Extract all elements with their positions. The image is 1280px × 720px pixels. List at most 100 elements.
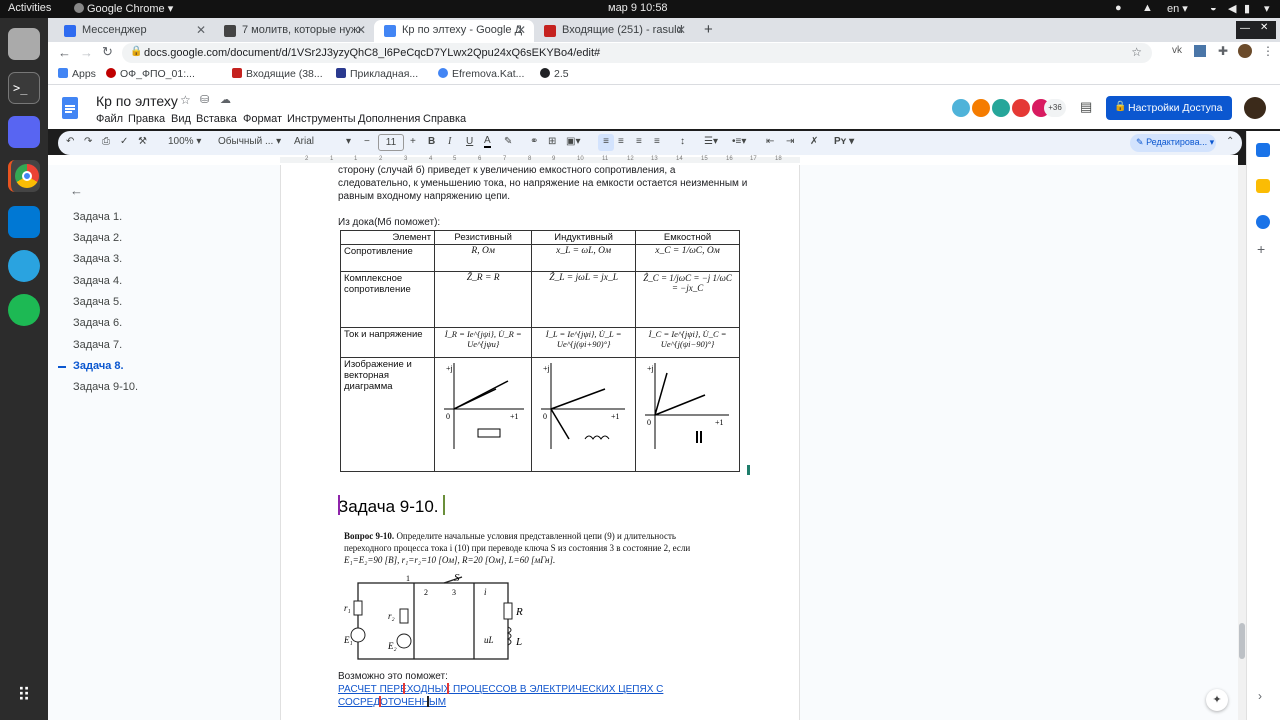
outline-item[interactable]: Задача 1. bbox=[73, 211, 122, 223]
bookmark-efremova[interactable]: Efremova.Kat... bbox=[438, 68, 524, 80]
input-tools-icon[interactable]: Pʏ ▾ bbox=[834, 136, 854, 147]
share-button[interactable]: 🔒 Настройки Доступа bbox=[1106, 96, 1232, 120]
image-icon[interactable]: ▣▾ bbox=[566, 136, 580, 147]
bold-button[interactable]: B bbox=[428, 136, 435, 147]
highlight-icon[interactable]: ✎ bbox=[504, 136, 512, 147]
font-size-input[interactable]: 11 bbox=[378, 134, 404, 151]
close-icon[interactable]: ✕ bbox=[196, 23, 206, 37]
align-right-icon[interactable]: ≡ bbox=[636, 136, 642, 147]
app-menu[interactable]: Google Chrome ▾ bbox=[74, 2, 173, 15]
align-left-icon[interactable]: ≡ bbox=[598, 134, 614, 151]
tab-prayers[interactable]: 7 молитв, которые нужно ✕ bbox=[214, 20, 374, 42]
outline-item[interactable]: Задача 3. bbox=[73, 253, 122, 265]
show-apps-icon[interactable]: ⠿ bbox=[8, 680, 40, 712]
underline-button[interactable]: U bbox=[466, 136, 473, 147]
outline-item[interactable]: Задача 2. bbox=[73, 232, 122, 244]
comments-icon[interactable]: ▤ bbox=[1080, 99, 1092, 115]
collaborator-avatar[interactable] bbox=[972, 99, 990, 117]
paint-format-icon[interactable]: ⚒ bbox=[138, 136, 147, 147]
close-icon[interactable]: ✕ bbox=[676, 23, 686, 37]
clock[interactable]: мар 9 10:58 bbox=[608, 2, 668, 14]
collaborator-avatar[interactable] bbox=[992, 99, 1010, 117]
new-tab-button[interactable]: + bbox=[698, 20, 722, 42]
close-icon[interactable]: ✕ bbox=[356, 23, 366, 37]
undo-icon[interactable]: ↶ bbox=[66, 136, 74, 147]
chrome-menu-icon[interactable]: ⋮ bbox=[1262, 44, 1274, 58]
zoom-select[interactable]: 100% ▾ bbox=[168, 136, 201, 147]
bookmark-apps[interactable]: Apps bbox=[58, 68, 96, 80]
menu-file[interactable]: Файл bbox=[96, 113, 123, 125]
add-on-plus-icon[interactable]: + bbox=[1257, 241, 1265, 257]
print-icon[interactable]: ⎙ bbox=[102, 136, 110, 147]
font-size-increase[interactable]: + bbox=[410, 136, 416, 147]
chevron-down-icon[interactable]: ▾ bbox=[346, 136, 351, 147]
ruler-scale[interactable]: 2 1 1 2 3 4 5 6 7 8 9 10 11 12 13 14 15 16 17 18 bbox=[280, 156, 800, 163]
system-menu-icon[interactable]: ▾ bbox=[1264, 2, 1270, 15]
volume-icon[interactable]: ◀ bbox=[1228, 2, 1236, 15]
menu-insert[interactable]: Вставка bbox=[196, 113, 237, 125]
battery-icon[interactable]: ▮ bbox=[1244, 2, 1250, 15]
decrease-indent-icon[interactable]: ⇤ bbox=[766, 136, 774, 147]
vscode-icon[interactable] bbox=[8, 206, 40, 238]
bookmark-of-fpo[interactable]: ОФ_ФПО_01:... bbox=[106, 68, 195, 80]
align-center-icon[interactable]: ≡ bbox=[618, 136, 624, 147]
bookmark-2-5[interactable]: 2.5 bbox=[540, 68, 569, 80]
document-page[interactable]: сторону (случай б) приведет к увеличению… bbox=[280, 165, 800, 720]
outline-item[interactable]: Задача 5. bbox=[73, 296, 122, 308]
forward-icon[interactable]: → bbox=[80, 45, 93, 60]
checklist-icon[interactable]: ☰▾ bbox=[704, 136, 718, 147]
reload-icon[interactable]: ↻ bbox=[102, 44, 113, 60]
tasks-icon[interactable] bbox=[1256, 215, 1270, 229]
hide-menus-icon[interactable]: ⌃ bbox=[1226, 136, 1234, 147]
scrollbar-thumb[interactable] bbox=[1239, 623, 1245, 659]
scrollbar[interactable] bbox=[1238, 165, 1246, 720]
outline-item[interactable]: Задача 6. bbox=[73, 317, 122, 329]
address-bar[interactable]: 🔒 docs.google.com/document/d/1VSr2J3yzyQ… bbox=[122, 43, 1152, 63]
vk-extension-icon[interactable]: vk bbox=[1172, 45, 1182, 56]
telegram-icon[interactable] bbox=[8, 250, 40, 282]
font-size-decrease[interactable]: − bbox=[364, 136, 370, 147]
terminal-icon[interactable]: >_ bbox=[8, 72, 40, 104]
menu-help[interactable]: Справка bbox=[423, 113, 466, 125]
menu-edit[interactable]: Правка bbox=[128, 113, 165, 125]
docs-logo-icon[interactable] bbox=[62, 97, 78, 119]
files-icon[interactable] bbox=[8, 28, 40, 60]
editing-mode-select[interactable]: ✎ Редактирова... ▾ bbox=[1130, 134, 1216, 152]
outline-item[interactable]: Задача 4. bbox=[73, 275, 122, 287]
close-outline-icon[interactable]: ← bbox=[70, 183, 83, 198]
calendar-icon[interactable] bbox=[1256, 143, 1270, 157]
tab-gmail[interactable]: Входящие (251) - rasulda ✕ bbox=[534, 20, 694, 42]
star-icon[interactable]: ☆ bbox=[1131, 45, 1142, 59]
outline-item[interactable]: Задача 7. bbox=[73, 339, 122, 351]
line-spacing-icon[interactable]: ↕ bbox=[680, 136, 685, 147]
outline-item[interactable]: Задача 9-10. bbox=[73, 381, 138, 393]
align-justify-icon[interactable]: ≡ bbox=[654, 136, 660, 147]
italic-button[interactable]: I bbox=[448, 136, 451, 147]
explore-button[interactable]: ✦ bbox=[1206, 689, 1228, 711]
menu-addons[interactable]: Дополнения bbox=[358, 113, 420, 125]
comment-add-icon[interactable]: ⊞ bbox=[548, 136, 556, 147]
translate-extension-icon[interactable] bbox=[1194, 45, 1206, 57]
activities-button[interactable]: Activities bbox=[8, 2, 51, 14]
close-icon[interactable]: ✕ bbox=[516, 23, 526, 37]
menu-format[interactable]: Формат bbox=[243, 113, 282, 125]
clear-format-icon[interactable]: ✗ bbox=[810, 136, 818, 147]
wifi-icon[interactable]: ◒ bbox=[1210, 2, 1217, 14]
collaborator-avatar[interactable] bbox=[1012, 99, 1030, 117]
move-folder-icon[interactable]: ⛁ bbox=[200, 93, 209, 106]
lock-icon[interactable]: ▲ bbox=[1142, 2, 1153, 14]
profile-avatar[interactable] bbox=[1238, 44, 1252, 58]
tab-docs[interactable]: Кр по элтеху - Google Доку ✕ bbox=[374, 20, 534, 42]
reference-link[interactable]: РАСЧЕТ ПЕРЕХОДНЫХ ПРОЦЕССОВ В ЭЛЕКТРИЧЕС… bbox=[338, 683, 663, 696]
collaborator-avatar[interactable] bbox=[952, 99, 970, 117]
font-select[interactable]: Arial bbox=[294, 136, 314, 147]
increase-indent-icon[interactable]: ⇥ bbox=[786, 136, 794, 147]
more-collaborators-badge[interactable]: +36 bbox=[1044, 99, 1066, 117]
outline-item-active[interactable]: Задача 8. bbox=[73, 360, 124, 372]
spotify-icon[interactable] bbox=[8, 294, 40, 326]
bulleted-list-icon[interactable]: •≡▾ bbox=[732, 136, 746, 147]
minimize-icon[interactable]: — bbox=[1240, 23, 1250, 34]
cloud-status-icon[interactable]: ☁ bbox=[220, 93, 231, 106]
tab-messenger[interactable]: Мессенджер ✕ bbox=[54, 20, 214, 42]
star-icon[interactable]: ☆ bbox=[180, 93, 191, 107]
